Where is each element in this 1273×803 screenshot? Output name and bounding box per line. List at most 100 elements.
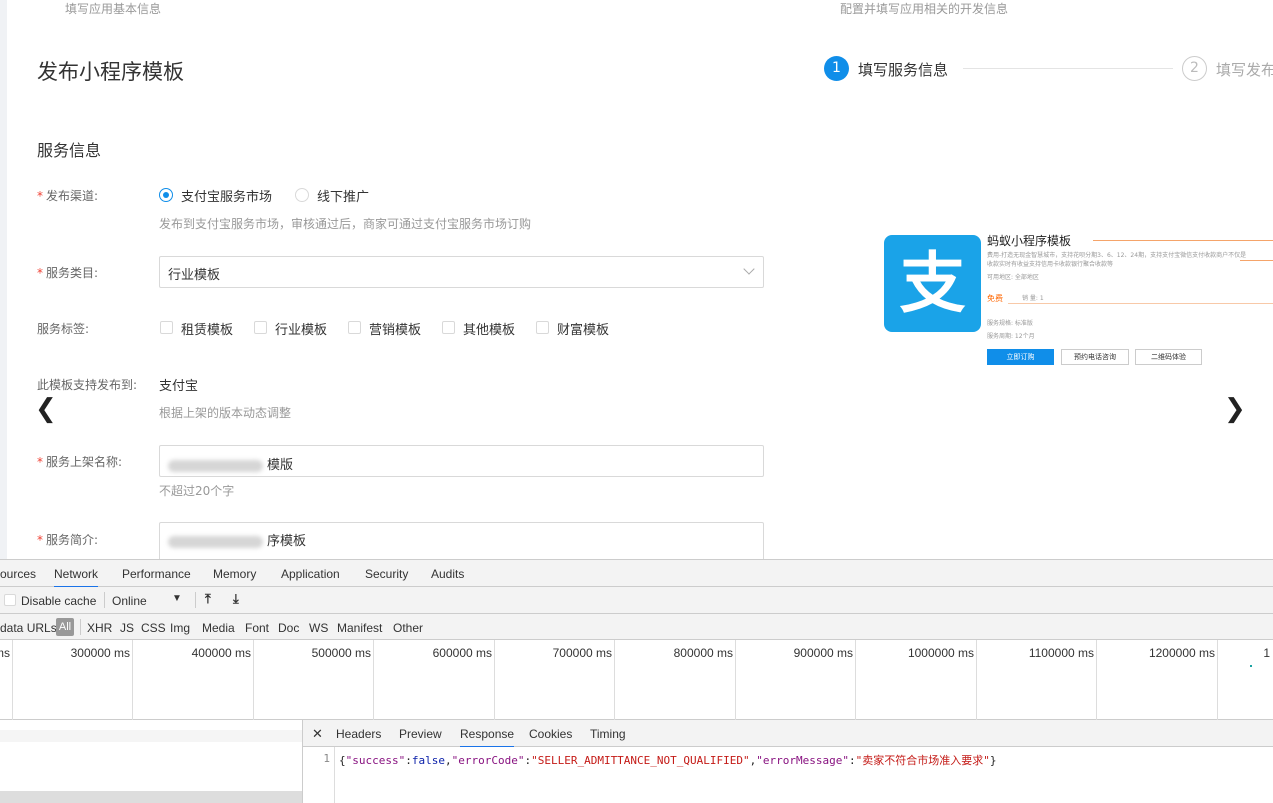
step-hint-left: 填写应用基本信息 xyxy=(65,2,162,16)
radio-alipay-market-label[interactable]: 支付宝服务市场 xyxy=(181,186,272,205)
page-title: 发布小程序模板 xyxy=(37,60,184,84)
chevron-down-icon xyxy=(743,263,755,275)
tag-checkbox-marketing[interactable] xyxy=(348,321,361,334)
filter-css[interactable]: CSS xyxy=(141,621,166,635)
tab-security[interactable]: Security xyxy=(365,567,408,581)
tab-audits[interactable]: Audits xyxy=(431,567,464,581)
left-sidebar-edge xyxy=(0,0,7,559)
step-2-label: 填写发布 xyxy=(1216,61,1273,79)
alipay-logo: 支 xyxy=(884,235,981,332)
filter-js[interactable]: JS xyxy=(120,621,134,635)
section-title: 服务信息 xyxy=(37,141,102,160)
tab-response[interactable]: Response xyxy=(460,727,515,748)
tag-checkbox-wealth[interactable] xyxy=(536,321,549,334)
preview-desc-2: 收款实时有收益支持信用卡收款银行聚合收款等 xyxy=(987,261,1114,268)
radio-offline[interactable] xyxy=(295,188,309,202)
filter-xhr[interactable]: XHR xyxy=(87,621,112,635)
category-select-value: 行业模板 xyxy=(168,268,221,283)
preview-qrcode-button[interactable]: 二维码体验 xyxy=(1135,349,1202,365)
tag-label-rental[interactable]: 租赁模板 xyxy=(181,319,233,338)
timeline-tick: 300000 ms xyxy=(70,646,130,660)
filter-all[interactable]: All xyxy=(56,618,74,636)
json-key: "errorCode" xyxy=(451,754,525,767)
preview-desc-1: 费用-打造无现金智慧城市，支持花呗分期3、6、12、24期，支持支付宝微信支付收… xyxy=(987,252,1247,259)
close-icon[interactable]: ✕ xyxy=(312,726,323,742)
network-toolbar: Disable cache Online ▼ ⤒ ⤓ xyxy=(0,587,1273,614)
request-row[interactable] xyxy=(0,730,302,742)
name-help: 不超过20个字 xyxy=(159,484,235,498)
timeline-gridline xyxy=(12,640,13,720)
radio-offline-label[interactable]: 线下推广 xyxy=(317,186,369,205)
preview-call-button[interactable]: 预约电话咨询 xyxy=(1061,349,1129,365)
service-intro-textarea[interactable]: 序模板 xyxy=(159,522,764,559)
step-1-indicator: 1 xyxy=(824,56,849,81)
preview-accent-line xyxy=(1093,240,1273,241)
service-name-input[interactable]: 模版 xyxy=(159,445,764,477)
preview-area: 可用地区: 全部地区 xyxy=(987,274,1039,281)
devtools-panel: ources Network Performance Memory Applic… xyxy=(0,559,1273,803)
timeline-gridline xyxy=(1096,640,1097,720)
tag-label-wealth[interactable]: 财富模板 xyxy=(557,319,609,338)
export-har-icon[interactable]: ⤓ xyxy=(233,591,239,607)
tag-checkbox-industry[interactable] xyxy=(254,321,267,334)
timeline-gridline xyxy=(855,640,856,720)
disable-cache-label[interactable]: Disable cache xyxy=(21,594,96,608)
filter-img[interactable]: Img xyxy=(170,621,190,635)
filter-divider xyxy=(80,619,81,635)
platform-value: 支付宝 xyxy=(159,379,199,394)
import-har-icon[interactable]: ⤒ xyxy=(205,591,211,607)
tab-network[interactable]: Network xyxy=(54,567,99,588)
timeline-tick: 800000 ms xyxy=(673,646,733,660)
filter-data-urls[interactable]: data URLs xyxy=(0,621,57,635)
timeline-tick: 700000 ms xyxy=(552,646,612,660)
throttle-chevron-icon[interactable]: ▼ xyxy=(172,593,182,604)
filter-font[interactable]: Font xyxy=(245,621,269,635)
radio-alipay-market[interactable] xyxy=(159,188,173,202)
filter-doc[interactable]: Doc xyxy=(278,621,299,635)
tag-checkbox-rental[interactable] xyxy=(160,321,173,334)
tag-label-marketing[interactable]: 营销模板 xyxy=(369,319,421,338)
filter-manifest[interactable]: Manifest xyxy=(337,621,382,635)
preview-spec: 服务规格: 标准版 xyxy=(987,320,1033,327)
timeline-tick: 900000 ms xyxy=(793,646,853,660)
carousel-prev-icon[interactable]: ❮ xyxy=(35,394,57,424)
json-value: "SELLER_ADMITTANCE_NOT_QUALIFIED" xyxy=(531,754,750,767)
throttle-select[interactable]: Online xyxy=(112,594,147,608)
timeline-tick: 500000 ms xyxy=(311,646,371,660)
tab-headers[interactable]: Headers xyxy=(336,727,381,741)
tag-label-industry[interactable]: 行业模板 xyxy=(275,319,327,338)
name-label: * 服务上架名称: xyxy=(37,455,123,469)
preview-sales: 销 量: 1 xyxy=(1022,295,1044,302)
tab-performance[interactable]: Performance xyxy=(122,567,191,581)
network-filter-bar: data URLs All XHR JS CSS Img Media Font … xyxy=(0,614,1273,640)
step-connector xyxy=(963,68,1173,69)
carousel-next-icon[interactable]: ❯ xyxy=(1224,394,1246,424)
timeline-gridline xyxy=(132,640,133,720)
timeline-gridline xyxy=(373,640,374,720)
filter-ws[interactable]: WS xyxy=(309,621,328,635)
tab-timing[interactable]: Timing xyxy=(590,727,626,741)
network-timeline-overview[interactable]: ms 300000 ms 400000 ms 500000 ms 600000 … xyxy=(0,640,1273,720)
tab-application[interactable]: Application xyxy=(281,567,340,581)
tag-checkbox-other[interactable] xyxy=(442,321,455,334)
tab-sources[interactable]: ources xyxy=(0,567,36,581)
tag-label-other[interactable]: 其他模板 xyxy=(463,319,515,338)
disable-cache-checkbox[interactable] xyxy=(4,594,16,606)
json-value: "卖家不符合市场准入要求" xyxy=(855,754,990,767)
category-label: * 服务类目: xyxy=(37,266,99,280)
response-body: {"success":false,"errorCode":"SELLER_ADM… xyxy=(339,754,997,767)
filter-other[interactable]: Other xyxy=(393,621,423,635)
category-select[interactable]: 行业模板 xyxy=(159,256,764,288)
preview-order-button[interactable]: 立即订购 xyxy=(987,349,1054,365)
request-row-selected[interactable] xyxy=(0,791,302,803)
filter-media[interactable]: Media xyxy=(202,621,235,635)
intro-label: * 服务简介: xyxy=(37,533,99,547)
platform-label: 此模板支持发布到: xyxy=(37,378,138,392)
channel-label: * 发布渠道: xyxy=(37,189,99,203)
tab-cookies[interactable]: Cookies xyxy=(529,727,572,741)
tab-preview[interactable]: Preview xyxy=(399,727,442,741)
response-viewer[interactable]: 1 {"success":false,"errorCode":"SELLER_A… xyxy=(303,747,1273,803)
request-list[interactable] xyxy=(0,720,303,803)
timeline-gridline xyxy=(494,640,495,720)
tab-memory[interactable]: Memory xyxy=(213,567,256,581)
